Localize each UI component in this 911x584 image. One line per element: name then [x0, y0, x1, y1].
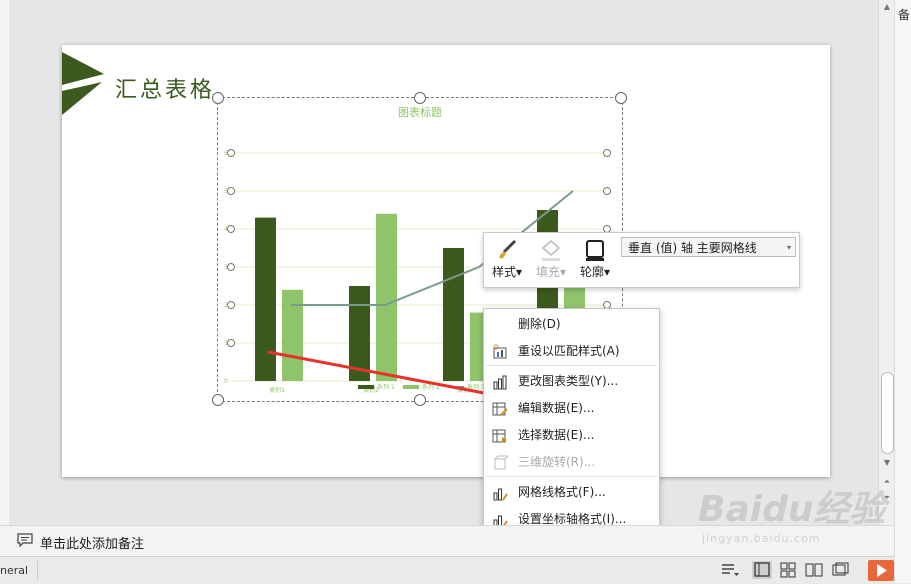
notes-placeholder[interactable]: 单击此处添加备注 — [40, 533, 144, 552]
resize-handle-top[interactable] — [414, 92, 426, 104]
scrollbar-thumb[interactable] — [881, 372, 894, 454]
status-text: neral — [0, 564, 29, 577]
x-tick-label: 类别1 — [269, 386, 285, 394]
menu-item-change-chart-type[interactable]: 更改图表类型(Y)... — [484, 368, 659, 394]
brush-icon — [487, 237, 527, 263]
scroll-up-icon[interactable]: ▲ — [879, 2, 895, 12]
menu-item-label: 编辑数据(E)... — [518, 401, 595, 415]
menu-separator — [486, 365, 657, 366]
reset-style-icon — [492, 343, 508, 359]
legend-label[interactable]: 系列 1 — [377, 383, 395, 391]
gridline-handle-left[interactable] — [227, 187, 235, 195]
watermark-logo: Baidu经验 — [698, 489, 886, 530]
chart-type-icon — [492, 373, 508, 390]
menu-item-delete[interactable]: 删除(D) — [484, 311, 659, 337]
notes-toggle-icon[interactable] — [720, 561, 740, 579]
menu-item-reset-style[interactable]: 重设以匹配样式(A) — [484, 338, 659, 364]
menu-item-label: 删除(D) — [518, 317, 561, 331]
scroll-down-icon[interactable]: ▼ — [879, 458, 895, 468]
chart-mini-toolbar: 样式▾ 填充▾ 轮廓▾ 垂直 (值) 轴 主要网格线 ▾ — [483, 232, 800, 288]
slide-title[interactable]: 汇总表格 — [115, 72, 215, 104]
status-divider — [37, 561, 38, 580]
bar-系列1-2[interactable] — [443, 248, 464, 381]
slide-sorter-icon[interactable] — [778, 561, 798, 579]
gridline-handle-left[interactable] — [227, 339, 235, 347]
fill-bucket-icon — [531, 237, 571, 263]
notes-icon — [17, 533, 33, 547]
gridline-handle-left[interactable] — [227, 263, 235, 271]
fill-button[interactable]: 填充▾ — [531, 237, 571, 283]
rotate-3d-icon — [492, 454, 510, 470]
dropdown-caret-icon: ▾ — [786, 243, 791, 252]
chart-title[interactable]: 图表标题 — [398, 105, 442, 119]
normal-view-icon[interactable] — [752, 561, 772, 579]
fill-label: 填充 — [535, 265, 560, 279]
menu-item-label: 重设以匹配样式(A) — [518, 344, 620, 358]
gridline-format-icon — [492, 484, 508, 501]
bar-系列2-1[interactable] — [376, 213, 397, 381]
right-panel-label: 备 — [898, 8, 911, 22]
menu-item-label: 三维旋转(R)... — [518, 455, 596, 469]
style-button[interactable]: 样式▾ — [487, 237, 527, 283]
menu-item-label: 选择数据(E)... — [518, 428, 595, 442]
gridline-handle-right[interactable] — [603, 187, 611, 195]
outline-label: 轮廓 — [579, 265, 604, 279]
resize-handle-top-right[interactable] — [615, 92, 627, 104]
gridline-handle-left[interactable] — [227, 225, 235, 233]
bar-系列2-0[interactable] — [282, 289, 303, 381]
resize-handle-bottom-left[interactable] — [212, 394, 224, 406]
resize-handle-bottom[interactable] — [414, 394, 426, 406]
bar-系列1-0[interactable] — [255, 217, 276, 381]
reading-view-icon[interactable] — [804, 561, 824, 579]
play-icon — [877, 564, 887, 577]
play-slideshow-button[interactable] — [868, 560, 894, 581]
resize-handle-top-left[interactable] — [212, 92, 224, 104]
menu-item-label: 更改图表类型(Y)... — [518, 374, 619, 388]
vertical-scrollbar[interactable]: ▲ ▼ ⏶ ⏷ — [878, 0, 895, 525]
legend-swatch — [358, 385, 374, 389]
edit-data-icon — [492, 400, 508, 416]
menu-item-gridline-format[interactable]: 网格线格式(F)... — [484, 479, 659, 505]
baidu-watermark: Baidu经验 jingyan.baidu.com — [698, 480, 885, 545]
right-side-panel[interactable]: 备 — [894, 0, 911, 583]
chart-element-select-value: 垂直 (值) 轴 主要网格线 — [628, 241, 757, 255]
slide-decoration-shape — [62, 52, 104, 115]
gridline-handle-left[interactable] — [227, 301, 235, 309]
bar-系列1-1[interactable] — [349, 286, 370, 381]
outline-button[interactable]: 轮廓▾ — [575, 237, 615, 283]
menu-item-label: 网格线格式(F)... — [518, 485, 606, 499]
menu-item-3d-rotation: 三维旋转(R)... — [484, 449, 659, 475]
style-label: 样式 — [491, 265, 516, 279]
outline-icon — [575, 237, 615, 263]
menu-item-select-data[interactable]: 选择数据(E)... — [484, 422, 659, 448]
gridline-handle-right[interactable] — [603, 149, 611, 157]
menu-item-edit-data[interactable]: 编辑数据(E)... — [484, 395, 659, 421]
chart-element-select[interactable]: 垂直 (值) 轴 主要网格线 ▾ — [621, 237, 796, 257]
menu-separator — [486, 476, 657, 477]
presenter-view-icon[interactable] — [830, 561, 850, 579]
gridline-handle-left[interactable] — [227, 149, 235, 157]
legend-label[interactable]: 系列 2 — [422, 383, 440, 391]
select-data-icon — [492, 427, 508, 443]
y-tick-label: 0 — [224, 378, 228, 385]
watermark-url: jingyan.baidu.com — [702, 532, 821, 545]
legend-swatch — [403, 385, 419, 389]
context-menu: 删除(D) 重设以匹配样式(A) 更改图表类型(Y)... 编辑数据(E)...… — [483, 308, 660, 536]
status-bar: neral — [0, 556, 894, 584]
